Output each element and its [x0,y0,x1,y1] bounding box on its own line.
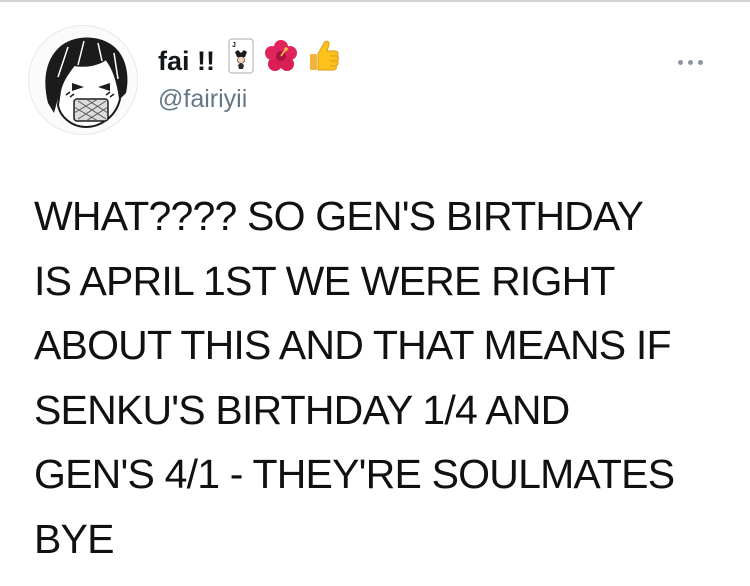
top-divider [0,0,750,2]
avatar-image [45,37,128,129]
hibiscus-icon [264,39,298,78]
thumbs-up-icon [308,39,340,78]
tweet-text-line: SENKU'S BIRTHDAY 1/4 AND [34,386,570,433]
name-emoji-row: J [228,37,350,79]
avatar[interactable] [28,25,138,135]
tweet-text-line: BYE [34,515,114,562]
tweet-text-line: WHAT???? SO GEN'S BIRTHDAY [34,193,644,239]
joker-card-icon: J [228,37,254,79]
more-icon [675,59,705,65]
tweet-text-line: ABOUT THIS AND THAT MEANS IF [34,322,672,369]
svg-text:J: J [232,42,236,49]
tweet-text-line: IS APRIL 1ST WE WERE RIGHT [34,257,615,304]
tweet-text-line: GEN'S 4/1 - THEY'RE SOULMATES [34,451,675,498]
author-display-name[interactable]: fai !! [158,46,215,77]
more-options-button[interactable] [668,51,712,73]
tweet-text: WHAT???? SO GEN'S BIRTHDAY IS APRIL 1ST … [34,184,734,572]
author-handle[interactable]: @fairiyii [158,85,247,114]
